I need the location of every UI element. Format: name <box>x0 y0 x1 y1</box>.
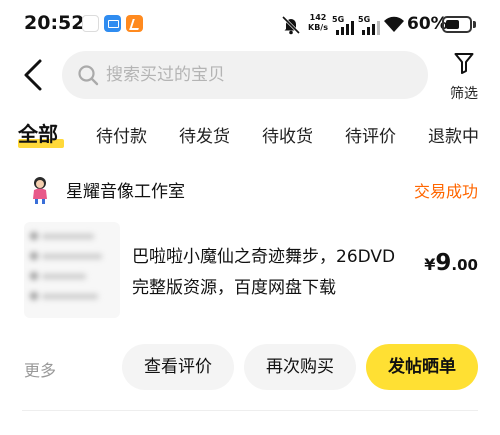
status-bar: 20:52 142 KB/s 5G 5G 60% <box>0 0 500 50</box>
funnel-icon <box>454 53 474 74</box>
network-type-label: 5G <box>358 15 370 24</box>
battery-tip <box>473 21 476 28</box>
tab-pending-shipment[interactable]: 待发货 <box>179 122 230 147</box>
shop-avatar <box>33 177 47 204</box>
app-icon-blue-chat <box>104 15 121 32</box>
order-tabs: 全部 待付款 待发货 待收货 待评价 退款中 <box>0 118 500 154</box>
battery-level-fill <box>446 20 459 29</box>
divider <box>22 410 478 411</box>
more-button[interactable]: 更多 <box>24 357 56 381</box>
net-speed-value: 142 <box>309 13 327 22</box>
shop-header[interactable]: 星耀音像工作室 交易成功 <box>0 170 500 210</box>
tab-pending-receipt[interactable]: 待收货 <box>262 122 313 147</box>
signal-icon: 5G <box>332 15 354 35</box>
network-type-label: 5G <box>332 15 344 24</box>
post-review-button[interactable]: 发帖晒单 <box>366 344 478 390</box>
rebuy-button[interactable]: 再次购买 <box>244 344 356 390</box>
search-input[interactable] <box>106 51 406 99</box>
battery-icon <box>442 16 472 33</box>
clock: 20:52 <box>24 12 85 34</box>
product-title[interactable]: 巴啦啦小魔仙之奇迹舞步，26DVD完整版资源，百度网盘下载 <box>132 242 407 306</box>
bell-muted-icon <box>281 15 301 35</box>
tab-pending-payment[interactable]: 待付款 <box>96 122 147 147</box>
app-icon-orange <box>126 15 143 32</box>
price-integer: 9 <box>435 250 452 276</box>
wifi-icon <box>384 16 404 32</box>
view-review-button[interactable]: 查看评价 <box>122 344 234 390</box>
search-icon <box>78 65 99 86</box>
tab-pending-review[interactable]: 待评价 <box>345 122 396 147</box>
filter-label: 筛选 <box>450 86 478 102</box>
tab-all[interactable]: 全部 <box>18 118 58 147</box>
net-speed-unit: KB/s <box>308 23 328 32</box>
app-icon-blank <box>82 15 99 32</box>
order-status: 交易成功 <box>413 182 478 201</box>
thumbnail-image-blurred <box>24 222 120 318</box>
chevron-left-icon <box>24 59 42 91</box>
search-bar[interactable] <box>62 51 428 99</box>
price-decimal: .00 <box>451 256 478 274</box>
price-currency: ¥ <box>424 255 436 274</box>
back-button[interactable] <box>18 58 50 92</box>
filter-button[interactable]: 筛选 <box>444 50 484 104</box>
net-speed: 142 KB/s <box>305 13 331 33</box>
tab-refunding[interactable]: 退款中 <box>428 122 479 147</box>
product-price: ¥9.00 <box>424 250 478 276</box>
product-thumbnail[interactable] <box>24 222 120 318</box>
signal-icon: 5G <box>358 15 380 35</box>
shop-name[interactable]: 星耀音像工作室 <box>66 177 185 202</box>
